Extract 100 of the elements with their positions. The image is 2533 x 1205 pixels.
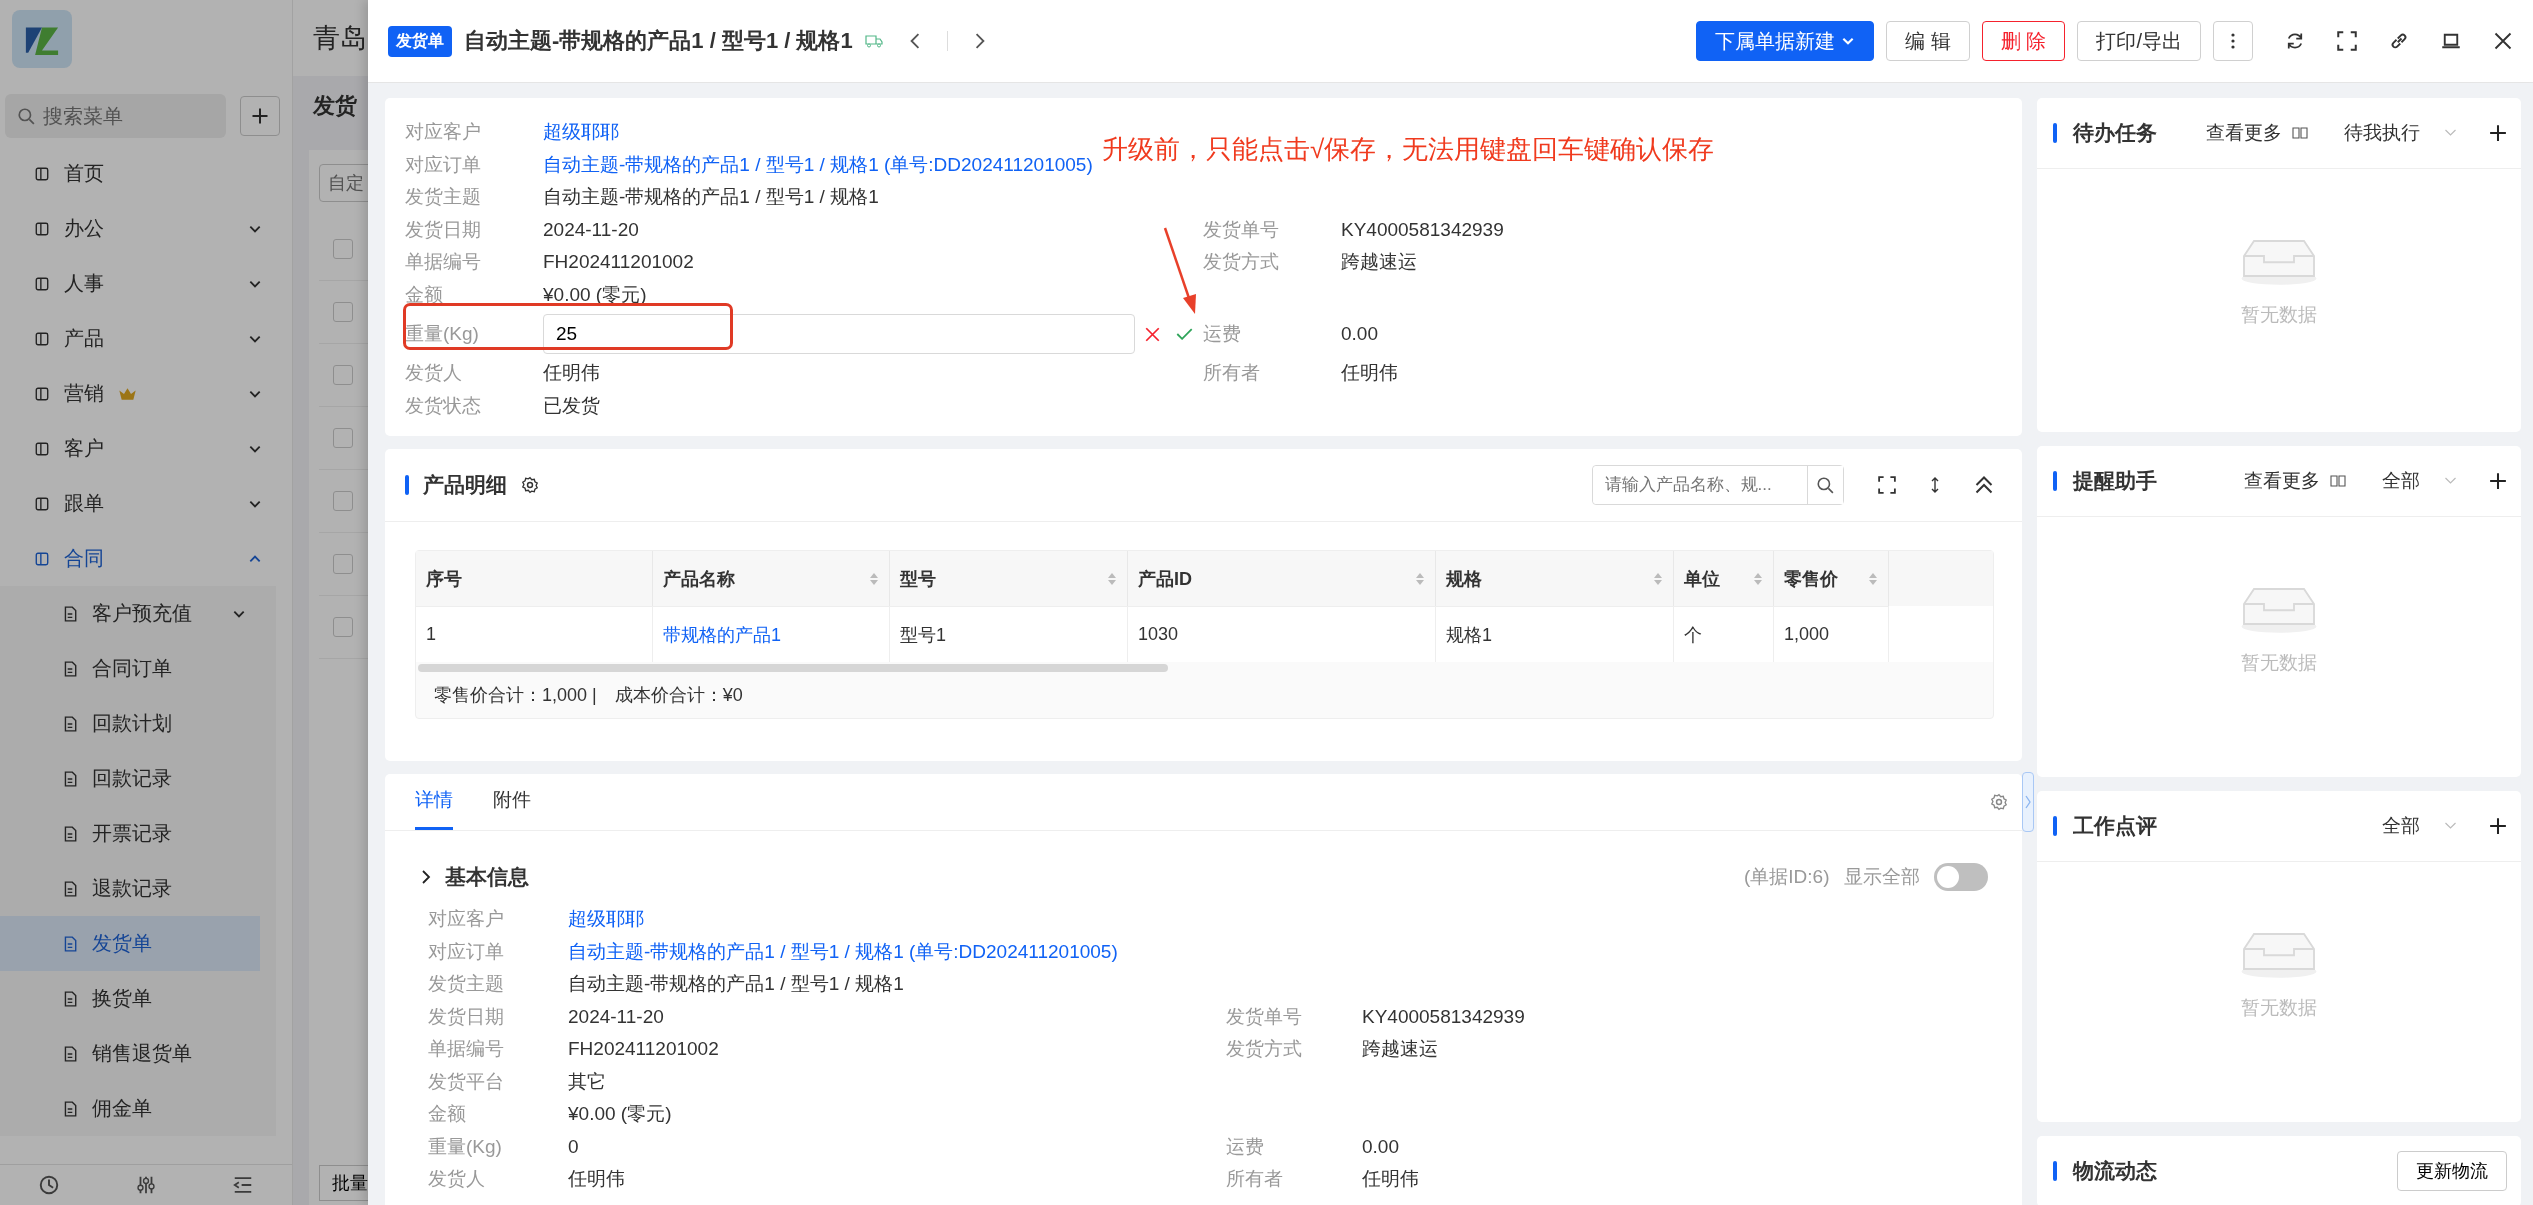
menu-item[interactable]: 合同 <box>0 531 292 586</box>
field-label: 发货方式 <box>1226 1037 1303 1062</box>
column-header[interactable]: 产品ID <box>1128 551 1436 606</box>
chevron-right-icon[interactable] <box>421 870 431 884</box>
column-header[interactable]: 单位 <box>1674 551 1774 606</box>
menu-item[interactable]: 回款记录 <box>0 751 276 806</box>
view-more-link[interactable]: 查看更多 <box>2244 468 2320 494</box>
plus-icon[interactable] <box>2489 817 2507 835</box>
menu-item[interactable]: 客户预充值 <box>0 586 276 641</box>
truck-icon <box>864 34 883 48</box>
search-button[interactable] <box>1806 466 1843 504</box>
link-icon[interactable] <box>2389 31 2409 51</box>
column-header[interactable]: 型号 <box>890 551 1128 606</box>
menu-item[interactable]: 办公 <box>0 201 292 256</box>
tab[interactable]: 附件 <box>493 787 531 830</box>
plus-icon[interactable] <box>2489 472 2507 490</box>
filter-dropdown[interactable]: 全部 <box>2382 813 2457 839</box>
logo-icon <box>12 10 72 68</box>
field-link[interactable]: 自动主题-带规格的产品1 / 型号1 / 规格1 (单号:DD202411201005) <box>543 151 1093 178</box>
panel-title: 待办任务 <box>2072 120 2157 146</box>
close-icon[interactable] <box>2493 31 2513 51</box>
add-button[interactable] <box>240 96 280 136</box>
field-label: 发货平台 <box>428 1069 505 1094</box>
menu-item[interactable]: 退款记录 <box>0 861 276 916</box>
field-link[interactable]: 超级耶耶 <box>543 119 619 146</box>
laptop-icon[interactable] <box>2441 31 2461 51</box>
update-button[interactable]: 更新物流 <box>2397 1151 2507 1191</box>
menu-item[interactable]: 跟单 <box>0 476 292 531</box>
menu-item[interactable]: 合同订单 <box>0 641 276 696</box>
menu-item[interactable]: 人事 <box>0 256 292 311</box>
toggle-label: 显示全部 <box>1843 865 1920 889</box>
column-header[interactable]: 序号 <box>416 551 653 606</box>
menu-item[interactable]: 首页 <box>0 146 292 201</box>
menu-search-field[interactable]: 搜索菜单 <box>5 94 226 138</box>
field-value: 自动主题-带规格的产品1 / 型号1 / 规格1 <box>543 185 879 210</box>
row-checkbox[interactable] <box>333 428 353 448</box>
field-label: 发货方式 <box>1203 250 1280 275</box>
row-checkbox[interactable] <box>333 302 353 322</box>
field-value: 0.00 <box>1362 1135 1400 1158</box>
create-dropdown-button[interactable]: 下属单据新建 <box>1696 21 1875 61</box>
action-button[interactable]: 删 除 <box>1981 21 2066 61</box>
page-icon <box>34 275 50 292</box>
action-button[interactable]: 编 辑 <box>1886 21 1970 61</box>
table-cell: 个 <box>1674 606 1774 662</box>
menu-item[interactable]: 发货单 <box>0 916 260 971</box>
field-value: 跨越速运 <box>1362 1037 1439 1062</box>
field-label: 金额 <box>405 282 444 307</box>
action-button[interactable]: 打印/导出 <box>2077 21 2201 61</box>
book-icon <box>2292 126 2308 140</box>
row-checkbox[interactable] <box>333 617 353 637</box>
filter-dropdown[interactable]: 待我执行 <box>2344 120 2457 146</box>
next-icon[interactable] <box>973 33 986 49</box>
field-value: 任明伟 <box>543 361 600 386</box>
check-icon[interactable] <box>1176 328 1193 340</box>
product-link[interactable]: 带规格的产品1 <box>653 606 890 662</box>
search-icon <box>17 107 35 125</box>
scrollbar[interactable] <box>418 664 1168 672</box>
page-icon <box>34 385 50 402</box>
field-link[interactable]: 超级耶耶 <box>568 906 644 933</box>
menu-item[interactable]: 佣金单 <box>0 1081 276 1136</box>
plus-icon <box>250 106 270 126</box>
row-checkbox[interactable] <box>333 554 353 574</box>
filter-field[interactable]: 自定 <box>319 164 369 202</box>
column-header[interactable]: 零售价 <box>1774 551 1889 606</box>
fullscreen-icon[interactable] <box>2337 31 2357 51</box>
menu-item[interactable]: 回款计划 <box>0 696 276 751</box>
plus-icon[interactable] <box>2489 124 2507 142</box>
menu-item[interactable]: 开票记录 <box>0 806 276 861</box>
column-header[interactable]: 规格 <box>1436 551 1674 606</box>
settings-icon[interactable] <box>521 476 539 494</box>
menu-item[interactable]: 产品 <box>0 311 292 366</box>
cancel-icon[interactable] <box>1145 326 1160 342</box>
column-header[interactable]: 产品名称 <box>653 551 890 606</box>
field-value: ¥0.00 (零元) <box>568 1102 672 1127</box>
refresh-icon[interactable] <box>2285 31 2305 51</box>
field-label: 单据编号 <box>405 250 482 275</box>
field-link[interactable]: 自动主题-带规格的产品1 / 型号1 / 规格1 (单号:DD202411201005) <box>568 938 1118 965</box>
menu-item[interactable]: 换货单 <box>0 971 276 1026</box>
document-icon <box>62 990 78 1007</box>
history-icon[interactable] <box>37 1174 60 1196</box>
sliders-icon[interactable] <box>135 1174 157 1196</box>
product-search-field[interactable]: 请输入产品名称、规... <box>1591 465 1844 505</box>
empty-text: 暂无数据 <box>2240 303 2317 327</box>
previous-icon[interactable] <box>908 33 921 49</box>
menu-item[interactable]: 营销 <box>0 366 292 421</box>
batch-button[interactable]: 批量 <box>319 1165 369 1201</box>
filter-dropdown[interactable]: 全部 <box>2382 468 2457 494</box>
menu-item[interactable]: 客户 <box>0 421 292 476</box>
menu-search-input[interactable]: 搜索菜单 <box>41 103 195 129</box>
weight-input[interactable]: 25 <box>543 314 1135 354</box>
view-more-link[interactable]: 查看更多 <box>2206 120 2282 146</box>
menu-item[interactable]: 销售退货单 <box>0 1026 276 1081</box>
fullscreen-icon[interactable] <box>1877 476 1896 494</box>
row-checkbox[interactable] <box>333 239 353 259</box>
collapse-icon[interactable] <box>1973 475 1994 495</box>
row-checkbox[interactable] <box>333 491 353 511</box>
row-checkbox[interactable] <box>333 365 353 385</box>
row-height-icon[interactable] <box>1929 476 1940 494</box>
toggle-switch[interactable] <box>1933 863 1988 891</box>
tab[interactable]: 详情 <box>415 787 453 830</box>
